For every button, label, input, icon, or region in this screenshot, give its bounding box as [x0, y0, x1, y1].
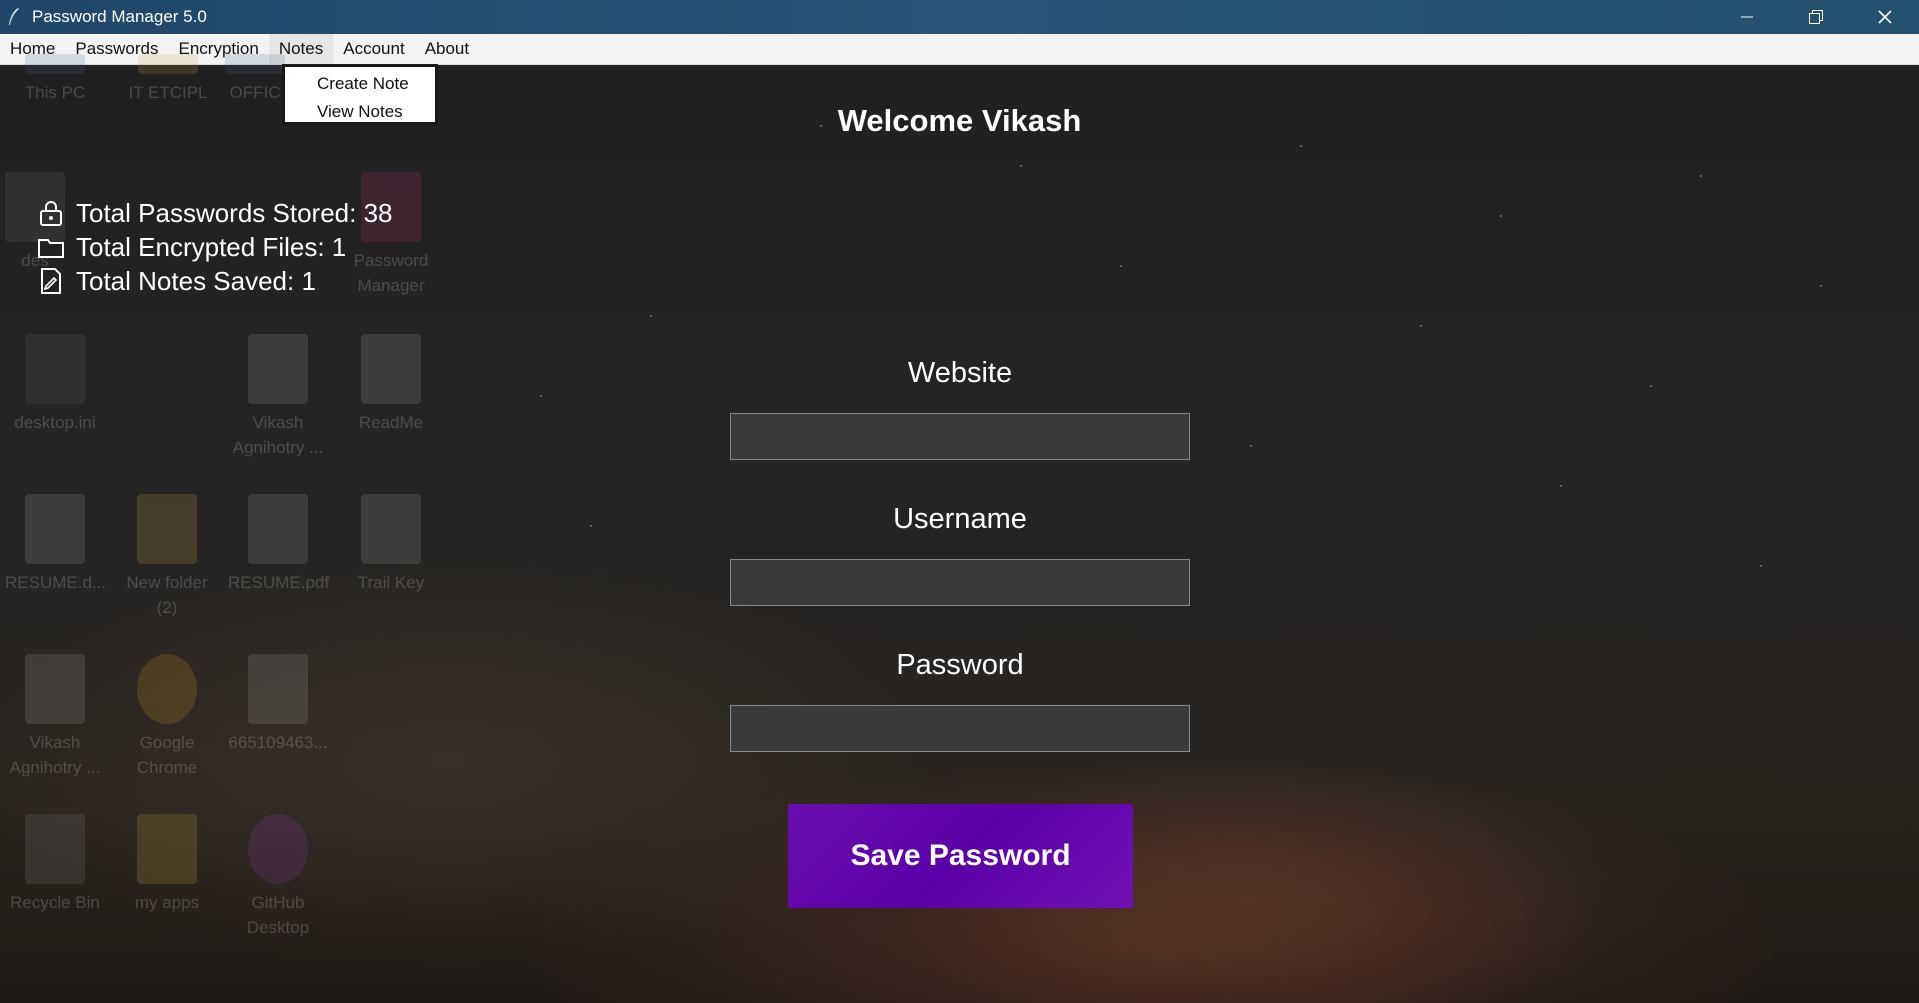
- website-input[interactable]: [730, 413, 1190, 460]
- title-bar: Password Manager 5.0: [0, 0, 1919, 34]
- desktop-icon: desktop.ini: [5, 334, 105, 435]
- note-icon: [36, 266, 66, 296]
- desktop-icon: RESUME.pdf: [228, 494, 329, 595]
- desktop-icon: IT ETCIPL: [118, 54, 218, 105]
- restore-icon: [1808, 10, 1823, 24]
- minimize-icon: [1740, 16, 1753, 18]
- save-password-button[interactable]: Save Password: [788, 804, 1133, 908]
- password-label: Password: [896, 649, 1024, 681]
- website-label: Website: [907, 357, 1013, 389]
- username-input[interactable]: [730, 559, 1190, 606]
- stat-files: Total Encrypted Files: 1: [36, 230, 393, 264]
- window-title: Password Manager 5.0: [32, 7, 207, 26]
- desktop-icon: my apps: [117, 814, 217, 915]
- desktop-icon: Trail Key: [341, 494, 441, 595]
- welcome-heading: Welcome Vikash: [837, 103, 1082, 138]
- desktop-icon: 665109463...: [228, 654, 328, 755]
- desktop-icon: Google Chrome: [117, 654, 217, 780]
- restore-button[interactable]: [1781, 0, 1850, 34]
- folder-icon: [36, 232, 66, 262]
- close-button[interactable]: [1850, 0, 1919, 34]
- menu-create-note[interactable]: Create Note: [285, 71, 435, 99]
- password-input[interactable]: [730, 705, 1190, 752]
- window-controls: [1712, 0, 1919, 34]
- desktop-icon: RESUME.d...: [5, 494, 106, 595]
- desktop-icon: GitHub Desktop: [228, 814, 328, 940]
- username-label: Username: [893, 503, 1027, 535]
- desktop-icon: New folder (2): [117, 494, 217, 620]
- stat-notes-text: Total Notes Saved: 1: [76, 265, 316, 296]
- desktop-icon: Recycle Bin: [5, 814, 105, 915]
- desktop-icon: Vikash Agnihotry ...: [228, 334, 328, 460]
- stat-files-text: Total Encrypted Files: 1: [76, 231, 347, 262]
- menu-account[interactable]: Account: [333, 34, 414, 64]
- feather-icon: [0, 0, 28, 34]
- menu-about[interactable]: About: [415, 34, 479, 64]
- stat-notes: Total Notes Saved: 1: [36, 264, 393, 298]
- stat-passwords: Total Passwords Stored: 38: [36, 196, 393, 230]
- desktop-icon: This PC: [5, 54, 105, 105]
- minimize-button[interactable]: [1712, 0, 1781, 34]
- close-icon: [1877, 10, 1892, 24]
- desktop-icon: ReadMe: [341, 334, 441, 435]
- lock-icon: [36, 198, 66, 228]
- desktop-icon: Vikash Agnihotry ...: [5, 654, 105, 780]
- stat-passwords-text: Total Passwords Stored: 38: [76, 197, 393, 228]
- stats-panel: Total Passwords Stored: 38 Total Encrypt…: [36, 196, 393, 298]
